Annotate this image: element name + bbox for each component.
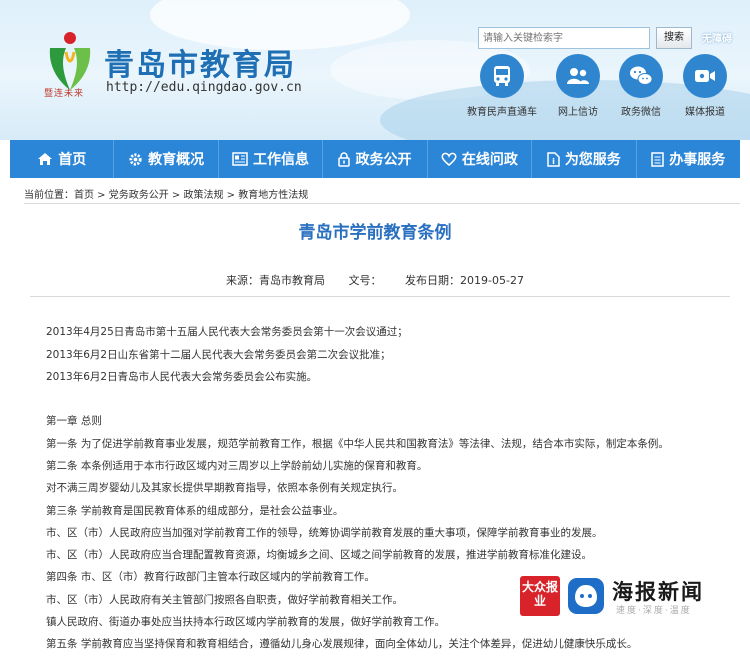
bureau-logo-icon <box>49 32 91 90</box>
breadcrumb-divider <box>24 203 740 204</box>
nav-label: 办事服务 <box>669 152 726 168</box>
search-button[interactable]: 搜索 <box>656 27 692 49</box>
breadcrumb-prefix: 当前位置： <box>24 190 74 201</box>
article-paragraph: 第三条 学前教育是国民教育体系的组成部分，是社会公益事业。 <box>46 505 344 517</box>
meta-divider <box>30 296 730 297</box>
newspaper-icon <box>232 152 248 166</box>
watermark-badge: 大众报业 <box>520 576 560 616</box>
nav-label: 首页 <box>58 152 87 168</box>
breadcrumb-item[interactable]: 教育地方性法规 <box>238 190 308 201</box>
breadcrumb-item[interactable]: 党务政务公开 <box>109 190 169 201</box>
article-source: 来源：青岛市教育局 <box>226 274 326 287</box>
article-paragraph: 2013年6月2日山东省第十二届人民代表大会常务委员会第二次会议批准； <box>46 349 391 361</box>
breadcrumb-separator: > <box>94 190 109 201</box>
article-paragraph: 2013年4月25日青岛市第十五届人民代表大会常务委员会第十一次会议通过； <box>46 326 408 338</box>
main-nav: 首页 教育概况 工作信息 政务公开 在线问政 i 为您服务 办事服务 <box>10 140 740 178</box>
nav-e-services[interactable]: 办事服务 <box>637 140 740 178</box>
watermark-logo-icon <box>568 578 604 614</box>
breadcrumb: 当前位置：首页 > 党务政务公开 > 政策法规 > 教育地方性法规 <box>24 186 308 201</box>
document-icon: i <box>547 151 560 167</box>
chapter-heading: 第一章 总则 <box>46 415 102 427</box>
nav-label: 为您服务 <box>564 152 621 168</box>
article-meta: 来源：青岛市教育局 文号： 发布日期：2019-05-27 <box>0 272 750 288</box>
nav-gov-affairs[interactable]: 政务公开 <box>323 140 428 178</box>
svg-text:i: i <box>552 157 555 166</box>
nav-label: 政务公开 <box>355 152 412 168</box>
article-paragraph: 市、区（市）人民政府应当加强对学前教育工作的领导，统筹协调学前教育发展的重大事项… <box>46 527 603 539</box>
nav-services-for-you[interactable]: i 为您服务 <box>532 140 637 178</box>
gear-icon <box>129 152 142 166</box>
video-icon <box>683 54 727 98</box>
article-doc-number: 文号： <box>348 274 382 287</box>
breadcrumb-separator: > <box>168 190 184 201</box>
nav-label: 教育概况 <box>148 152 205 168</box>
watermark-slogan: 速度·深度·温度 <box>616 606 692 616</box>
article-publish-date: 发布日期：2019-05-27 <box>405 274 524 287</box>
quick-link-label: 媒体报道 <box>685 107 725 118</box>
breadcrumb-item[interactable]: 首页 <box>74 190 94 201</box>
nav-label: 工作信息 <box>253 152 310 168</box>
logo-slogan: 暨连未来 <box>44 89 85 99</box>
quick-link-hotline[interactable]: 教育民声直通车 <box>464 54 540 118</box>
breadcrumb-separator: > <box>223 190 239 201</box>
article-paragraph: 市、区（市）人民政府应当合理配置教育资源，均衡城乡之间、区域之间学前教育的发展，… <box>46 549 592 561</box>
wechat-icon <box>619 54 663 98</box>
news-watermark: 大众报业 海报新闻 速度·深度·温度 <box>520 576 730 620</box>
watermark-name: 海报新闻 <box>612 580 704 604</box>
search-input[interactable] <box>478 27 650 49</box>
site-title[interactable]: 青岛市教育局 <box>104 40 296 84</box>
lock-icon <box>338 151 351 167</box>
nav-work-info[interactable]: 工作信息 <box>219 140 324 178</box>
quick-link-media[interactable]: 媒体报道 <box>667 54 743 118</box>
article-paragraph: 第一条 为了促进学前教育事业发展，规范学前教育工作，根据《中华人民共和国教育法》… <box>46 438 669 450</box>
list-icon <box>651 151 664 167</box>
home-icon <box>38 153 53 165</box>
bus-icon <box>480 54 524 98</box>
nav-online-inquiry[interactable]: 在线问政 <box>428 140 533 178</box>
article-paragraph: 对不满三周岁婴幼儿及其家长提供早期教育指导，依照本条例有关规定执行。 <box>46 482 403 494</box>
quick-link-label: 教育民声直通车 <box>467 107 537 118</box>
site-url: http://edu.qingdao.gov.cn <box>106 80 302 95</box>
article-title: 青岛市学前教育条例 <box>298 223 452 243</box>
people-icon <box>556 54 600 98</box>
site-header: 暨连未来 青岛市教育局 http://edu.qingdao.gov.cn 搜索… <box>0 0 750 140</box>
heart-icon <box>441 152 457 166</box>
nav-overview[interactable]: 教育概况 <box>114 140 219 178</box>
nav-home[interactable]: 首页 <box>10 140 115 178</box>
article-paragraph: 第五条 学前教育应当坚持保育和教育相结合，遵循幼儿身心发展规律，面向全体幼儿，关… <box>46 638 638 650</box>
article-paragraph: 2013年6月2日青岛市人民代表大会常务委员会公布实施。 <box>46 371 318 383</box>
accessibility-link[interactable]: 无障碍 <box>702 30 732 45</box>
article-paragraph: 第二条 本条例适用于本市行政区域内对三周岁以上学龄前幼儿实施的保育和教育。 <box>46 460 428 472</box>
nav-label: 在线问政 <box>461 152 518 168</box>
breadcrumb-item[interactable]: 政策法规 <box>184 190 224 201</box>
